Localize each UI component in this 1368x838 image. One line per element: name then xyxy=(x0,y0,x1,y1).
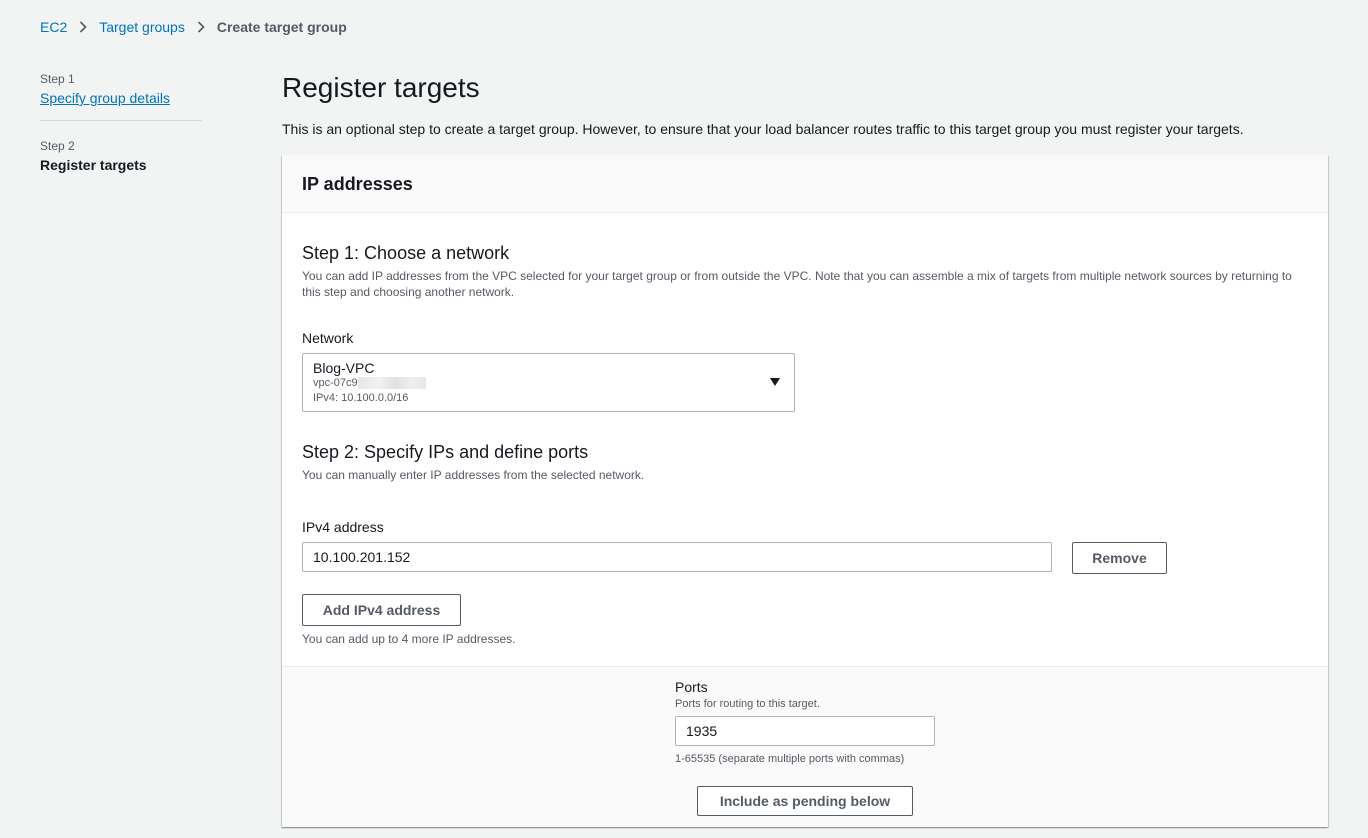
add-ipv4-button[interactable]: Add IPv4 address xyxy=(302,594,461,626)
ports-section: Ports Ports for routing to this target. … xyxy=(282,666,1328,827)
page-title: Register targets xyxy=(282,72,480,103)
panel-header: IP addresses xyxy=(282,155,1328,213)
page-description: This is an optional step to create a tar… xyxy=(282,121,1244,137)
ports-description: Ports for routing to this target. xyxy=(675,698,820,710)
wizard-steps-nav: Step 1 Specify group details Step 2 Regi… xyxy=(40,72,202,173)
step2-description: You can manually enter IP addresses from… xyxy=(302,468,645,482)
network-ipv4: IPv4: 10.100.0.0/16 xyxy=(313,392,409,404)
network-vpc-id: vpc-07c9 xyxy=(313,376,784,391)
chevron-right-icon xyxy=(79,21,87,33)
step2-title: Step 2: Specify IPs and define ports xyxy=(302,442,589,462)
redacted-blur xyxy=(357,377,426,390)
step1-description: You can add IP addresses from the VPC se… xyxy=(302,269,1292,299)
breadcrumb-current: Create target group xyxy=(216,19,347,35)
step2-current: Register targets xyxy=(40,157,147,173)
ipv4-input[interactable] xyxy=(302,542,1052,572)
ports-label: Ports xyxy=(675,679,708,695)
remove-button[interactable]: Remove xyxy=(1072,542,1167,574)
network-select[interactable]: Blog-VPC vpc-07c9 IPv4: 10.100.0.0/16 xyxy=(302,353,795,412)
breadcrumb-ec2[interactable]: EC2 xyxy=(40,19,67,35)
include-pending-button[interactable]: Include as pending below xyxy=(697,786,913,816)
caret-down-icon xyxy=(770,378,780,386)
breadcrumb-target-groups[interactable]: Target groups xyxy=(99,19,185,35)
ip-addresses-panel: IP addresses Step 1: Choose a network Yo… xyxy=(282,155,1328,827)
step1-label: Step 1 xyxy=(40,72,75,86)
network-label: Network xyxy=(302,330,354,346)
add-ipv4-hint: You can add up to 4 more IP addresses. xyxy=(302,632,516,646)
chevron-right-icon xyxy=(197,21,205,33)
step2-label: Step 2 xyxy=(40,139,75,153)
breadcrumb: EC2 Target groups Create target group xyxy=(40,18,347,36)
ipv4-label: IPv4 address xyxy=(302,519,384,535)
vpc-id-text: vpc-07c9 xyxy=(313,377,358,389)
step1-title: Step 1: Choose a network xyxy=(302,243,510,263)
step-divider xyxy=(40,120,202,121)
network-name: Blog-VPC xyxy=(313,360,375,376)
ports-hint: 1-65535 (separate multiple ports with co… xyxy=(675,753,905,765)
step1-link[interactable]: Specify group details xyxy=(40,90,202,106)
ports-input[interactable] xyxy=(675,716,935,746)
